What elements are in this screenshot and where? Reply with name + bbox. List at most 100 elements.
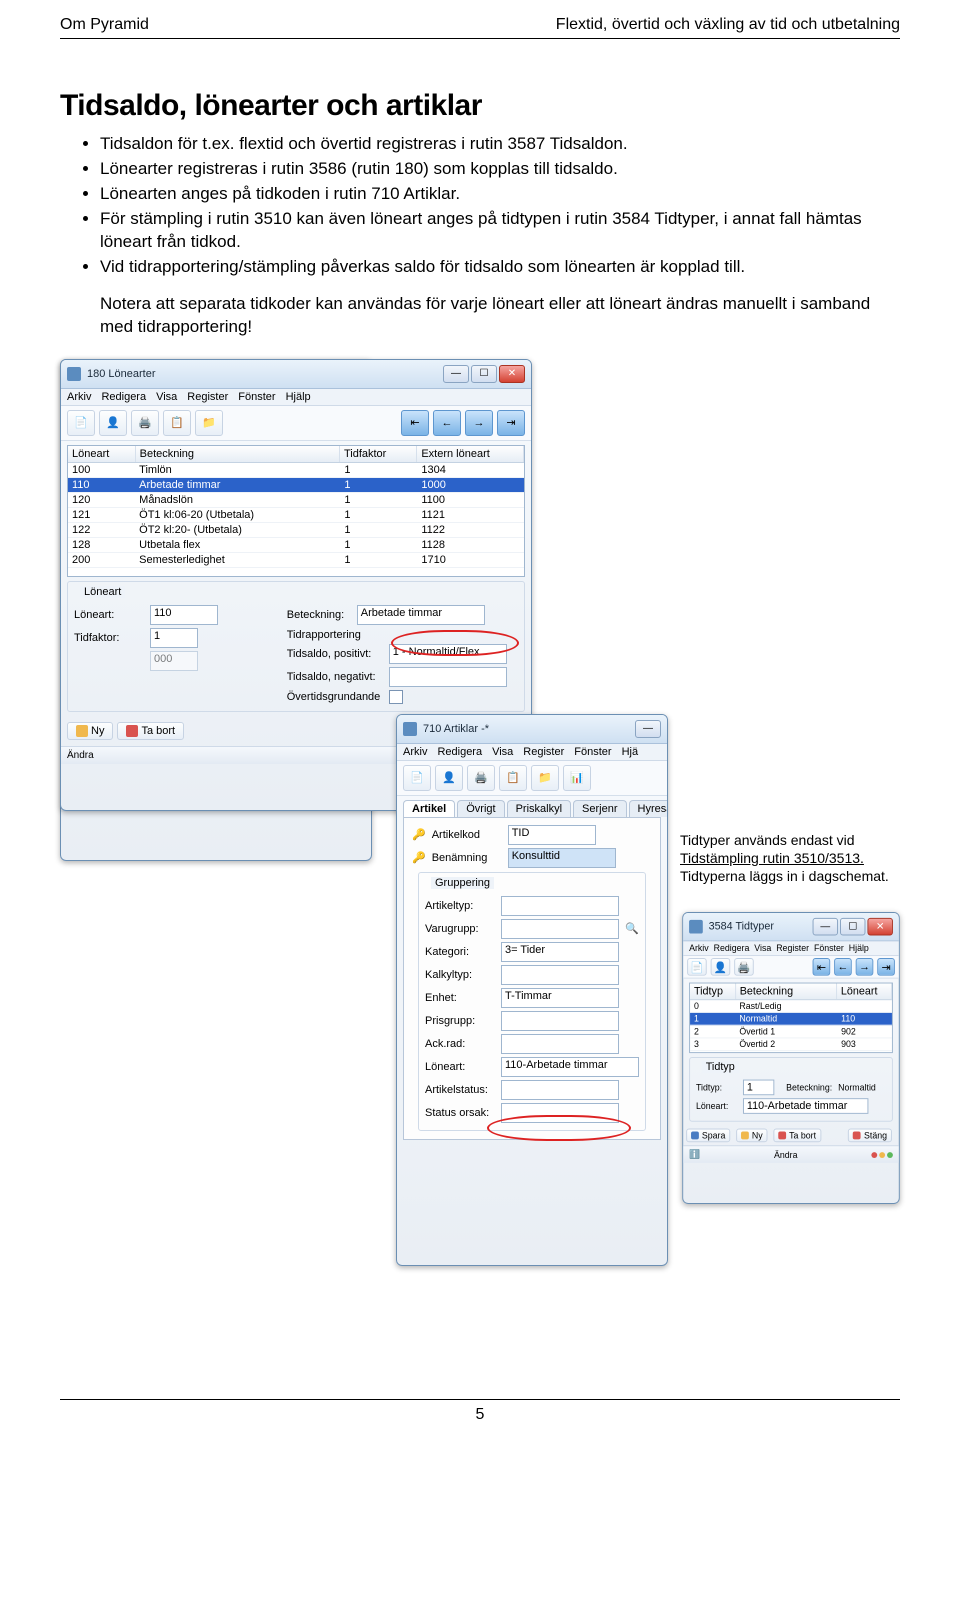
menu-item[interactable]: Hjä <box>622 746 639 758</box>
col-header[interactable]: Löneart <box>68 446 136 462</box>
table-row[interactable]: 0Rast/Ledig <box>690 1000 892 1013</box>
menu-item[interactable]: Hjälp <box>849 943 869 953</box>
tool-icon[interactable]: 📁 <box>531 765 559 791</box>
tidfaktor-input[interactable]: 1 <box>150 628 198 648</box>
menu-item[interactable]: Visa <box>754 943 771 953</box>
prisgrupp-input[interactable] <box>501 1011 619 1031</box>
overtid-checkbox[interactable] <box>389 690 403 704</box>
table-row[interactable]: 200Semesterledighet11710 <box>68 553 524 568</box>
menu-item[interactable]: Fönster <box>574 746 611 758</box>
table-row[interactable]: 100Timlön11304 <box>68 463 524 478</box>
loneart-select[interactable]: 110-Arbetade timmar <box>743 1098 868 1114</box>
table-row[interactable]: 110Arbetade timmar11000 <box>68 478 524 493</box>
col-header[interactable]: Tidfaktor <box>340 446 417 462</box>
ackrad-input[interactable] <box>501 1034 619 1054</box>
menu-item[interactable]: Visa <box>492 746 513 758</box>
tool-icon[interactable]: 📄 <box>67 410 95 436</box>
menu-item[interactable]: Redigera <box>714 943 750 953</box>
table-row[interactable]: 128Utbetala flex11128 <box>68 538 524 553</box>
col-header[interactable]: Beteckning <box>736 983 837 999</box>
varugrupp-input[interactable] <box>501 919 619 939</box>
menu-item[interactable]: Arkiv <box>403 746 427 758</box>
tool-icon[interactable]: 👤 <box>711 958 731 976</box>
loneart-select[interactable]: 110-Arbetade timmar <box>501 1057 639 1077</box>
col-header[interactable]: Löneart <box>837 983 892 999</box>
table-row[interactable]: 121ÖT1 kl:06-20 (Utbetala)11121 <box>68 508 524 523</box>
beteckning-input[interactable]: Arbetade timmar <box>357 605 485 625</box>
close-button[interactable]: ✕ <box>499 365 525 383</box>
tab-hyres[interactable]: Hyresartik <box>629 800 668 817</box>
new-button[interactable]: Ny <box>736 1128 767 1142</box>
artikelstatus-select[interactable] <box>501 1080 619 1100</box>
delete-button[interactable]: Ta bort <box>773 1128 821 1142</box>
tool-icon[interactable]: 📋 <box>163 410 191 436</box>
nav-first-icon[interactable]: ⇤ <box>813 958 831 976</box>
tool-icon[interactable]: 🖨️ <box>131 410 159 436</box>
save-button[interactable]: Spara <box>686 1128 730 1142</box>
tool-icon[interactable]: 🖨️ <box>734 958 754 976</box>
menu-item[interactable]: Visa <box>156 391 177 403</box>
maximize-button[interactable]: ☐ <box>840 917 865 935</box>
tool-icon[interactable]: 🖨️ <box>467 765 495 791</box>
enhet-select[interactable]: T-Timmar <box>501 988 619 1008</box>
minimize-button[interactable]: — <box>635 720 661 738</box>
new-button[interactable]: Ny <box>67 722 113 740</box>
tool-icon[interactable]: 📁 <box>195 410 223 436</box>
tidsaldo-pos-select[interactable]: 1 - Normaltid/Flex <box>389 644 507 664</box>
kategori-select[interactable]: 3= Tider <box>501 942 619 962</box>
menu-item[interactable]: Arkiv <box>67 391 91 403</box>
tab-ovrigt[interactable]: Övrigt <box>457 800 504 817</box>
nav-last-icon[interactable]: ⇥ <box>877 958 895 976</box>
tidsaldo-neg-select[interactable] <box>389 667 507 687</box>
table-row[interactable]: 120Månadslön11100 <box>68 493 524 508</box>
table-row[interactable]: 122ÖT2 kl:20- (Utbetala)11122 <box>68 523 524 538</box>
delete-button[interactable]: Ta bort <box>117 722 184 740</box>
table-row[interactable]: 1Normaltid110 <box>690 1012 892 1025</box>
menu-item[interactable]: Register <box>187 391 228 403</box>
col-header[interactable]: Tidtyp <box>690 983 736 999</box>
menu-item[interactable]: Redigera <box>437 746 482 758</box>
ext-input[interactable]: 000 <box>150 651 198 671</box>
col-header[interactable]: Beteckning <box>136 446 340 462</box>
tidtyp-input[interactable]: 1 <box>743 1079 774 1095</box>
benamning-input[interactable]: Konsulttid <box>508 848 616 868</box>
statusorsak-input[interactable] <box>501 1103 619 1123</box>
menu-item[interactable]: Hjälp <box>286 391 311 403</box>
menu-item[interactable]: Fönster <box>814 943 844 953</box>
menu-item[interactable]: Fönster <box>238 391 275 403</box>
col-header[interactable]: Extern löneart <box>417 446 524 462</box>
nav-next-icon[interactable]: → <box>465 410 493 436</box>
header-left: Om Pyramid <box>60 16 149 34</box>
menu-item[interactable]: Register <box>776 943 809 953</box>
tool-icon[interactable]: 📊 <box>563 765 591 791</box>
tab-serienr[interactable]: Serjenr <box>573 800 626 817</box>
loneart-input[interactable]: 110 <box>150 605 218 625</box>
menu-item[interactable]: Arkiv <box>689 943 709 953</box>
tool-icon[interactable]: 👤 <box>435 765 463 791</box>
nav-first-icon[interactable]: ⇤ <box>401 410 429 436</box>
nav-prev-icon[interactable]: ← <box>433 410 461 436</box>
menu-item[interactable]: Register <box>523 746 564 758</box>
artikelkod-input[interactable]: TID <box>508 825 596 845</box>
kalkyltyp-select[interactable] <box>501 965 619 985</box>
close-button[interactable]: Stäng <box>848 1128 892 1142</box>
tab-priskalkyl[interactable]: Priskalkyl <box>507 800 571 817</box>
tool-icon[interactable]: 👤 <box>99 410 127 436</box>
table-row[interactable]: 3Övertid 2903 <box>690 1038 892 1051</box>
nav-last-icon[interactable]: ⇥ <box>497 410 525 436</box>
search-icon[interactable]: 🔍 <box>625 922 639 935</box>
minimize-button[interactable]: — <box>813 917 838 935</box>
menu-item[interactable]: Redigera <box>101 391 146 403</box>
nav-next-icon[interactable]: → <box>856 958 874 976</box>
minimize-button[interactable]: — <box>443 365 469 383</box>
table-row[interactable]: 2Övertid 1902 <box>690 1025 892 1038</box>
info-icon[interactable]: ℹ️ <box>689 1149 700 1160</box>
artikeltyp-select[interactable] <box>501 896 619 916</box>
nav-prev-icon[interactable]: ← <box>834 958 852 976</box>
close-button[interactable]: ✕ <box>867 917 892 935</box>
tab-artikel[interactable]: Artikel <box>403 800 455 817</box>
maximize-button[interactable]: ☐ <box>471 365 497 383</box>
tool-icon[interactable]: 📄 <box>687 958 707 976</box>
tool-icon[interactable]: 📋 <box>499 765 527 791</box>
tool-icon[interactable]: 📄 <box>403 765 431 791</box>
